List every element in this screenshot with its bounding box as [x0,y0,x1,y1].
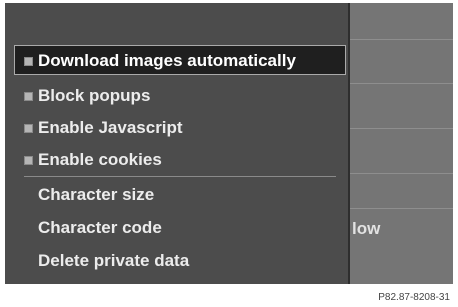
background-row-divider [350,83,453,84]
checkbox-icon[interactable] [24,124,33,133]
menu-item-label: Download images automatically [38,51,296,70]
display-screen: low Download images automatically Block … [5,3,453,284]
checkbox-icon[interactable] [24,92,33,101]
background-menu-text: low [352,219,381,238]
figure-reference-code: P82.87-8208-31 [378,292,450,303]
menu-item-delete-private-data[interactable]: Delete private data [5,246,348,276]
menu-item-character-size[interactable]: Character size [5,180,348,210]
menu-item-enable-cookies[interactable]: Enable cookies [5,145,348,175]
checkbox-icon[interactable] [24,156,33,165]
menu-item-character-code[interactable]: Character code [5,213,348,243]
menu-item-download-images[interactable]: Download images automatically [14,45,346,75]
menu-item-label: Enable Javascript [38,118,183,137]
checkbox-icon[interactable] [24,57,33,66]
menu-item-label: Character code [38,218,162,237]
background-row-divider [350,128,453,129]
menu-item-label: Delete private data [38,251,190,270]
menu-divider [24,176,336,177]
background-row-divider [350,208,453,209]
menu-item-label: Block popups [38,86,151,105]
menu-item-label: Enable cookies [38,150,162,169]
background-row-divider [350,39,453,40]
menu-item-enable-javascript[interactable]: Enable Javascript [5,113,348,143]
menu-item-block-popups[interactable]: Block popups [5,81,348,111]
menu-item-label: Character size [38,185,155,204]
browser-settings-menu: Download images automatically Block popu… [5,3,350,284]
background-row-divider [350,173,453,174]
